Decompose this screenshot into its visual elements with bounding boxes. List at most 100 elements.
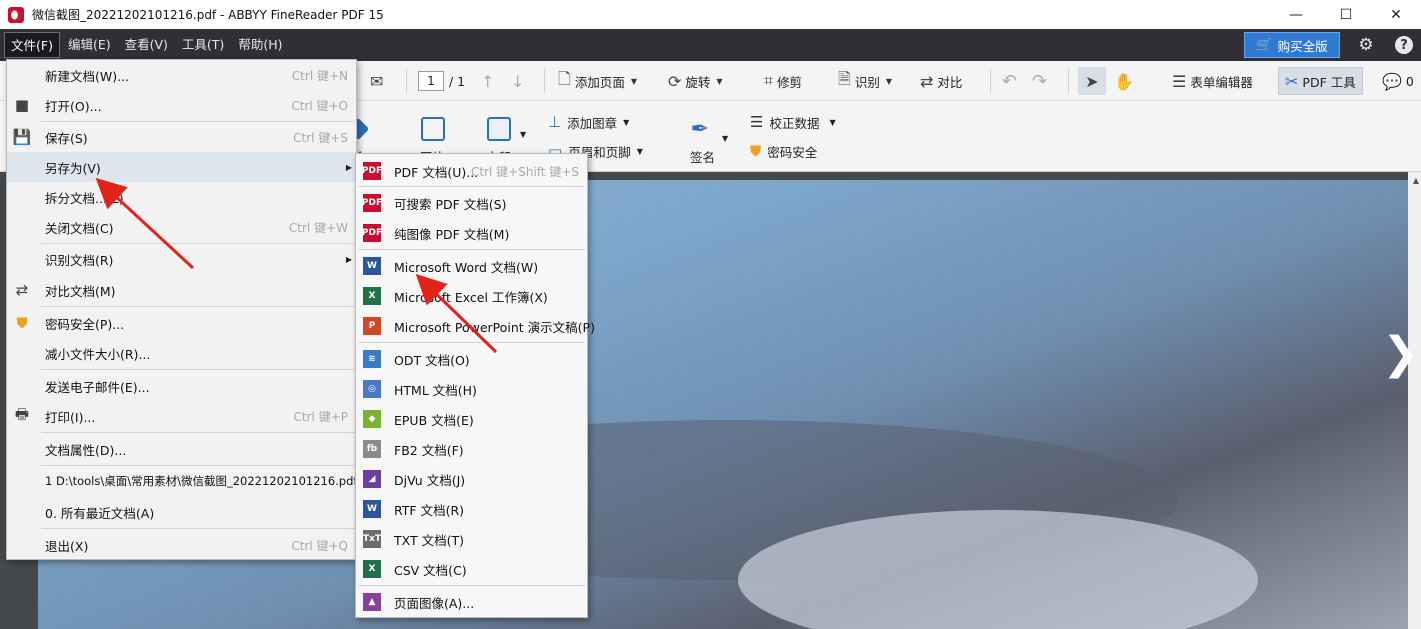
save-as-item-pdf[interactable]: PDF 可搜索 PDF 文档(S) bbox=[356, 188, 587, 218]
odt-icon: ≋ bbox=[363, 350, 381, 368]
menu-tools[interactable]: 工具(T) bbox=[176, 32, 230, 58]
compare-icon: ⇄ bbox=[920, 71, 934, 91]
save-as-item-txt[interactable]: TxT TXT 文档(T) bbox=[356, 524, 587, 554]
hand-tool-icon[interactable]: ✋ bbox=[1114, 69, 1138, 93]
add-page-button[interactable]: 🗋 添加页面 ▼ bbox=[558, 69, 637, 93]
save-as-item-csv[interactable]: X CSV 文档(C) bbox=[356, 554, 587, 584]
rotate-icon: ⟳ bbox=[668, 71, 682, 91]
save-as-item-excel[interactable]: X Microsoft Excel 工作簿(X) bbox=[356, 281, 587, 311]
shield-icon: ⛊ bbox=[750, 142, 762, 160]
menu-item-save[interactable]: 💾 保存(S) Ctrl 键+S bbox=[7, 122, 356, 152]
rotate-button[interactable]: ⟳ 旋转 ▼ bbox=[668, 69, 723, 93]
menu-item-document-properties[interactable]: 文档属性(D)... bbox=[7, 434, 356, 464]
sign-tool[interactable]: ✒ 签名 bbox=[690, 117, 715, 166]
maximize-button[interactable]: ☐ bbox=[1321, 0, 1371, 29]
menu-item-send-email[interactable]: 发送电子邮件(E)... bbox=[7, 371, 356, 401]
menu-edit[interactable]: 编辑(E) bbox=[62, 32, 117, 58]
folder-icon: ■ bbox=[14, 96, 30, 114]
add-stamp-button[interactable]: ⊥ 添加图章 ▼ bbox=[548, 111, 629, 133]
tools-icon: ✂ bbox=[1285, 71, 1299, 91]
buy-full-version-button[interactable]: 🛒 购买全版 bbox=[1244, 32, 1340, 58]
menu-item-save-as[interactable]: 另存为(V) ▶ bbox=[7, 152, 356, 182]
menu-item-new-document[interactable]: 新建文档(W)... Ctrl 键+N bbox=[7, 60, 356, 90]
csv-icon: X bbox=[363, 560, 381, 578]
cart-icon: 🛒 bbox=[1256, 37, 1273, 53]
djvu-icon: ◢ bbox=[363, 470, 381, 488]
page-total: / 1 bbox=[449, 73, 466, 89]
save-as-item-pdf[interactable]: PDF PDF 文档(U)... Ctrl 键+Shift 键+S bbox=[356, 156, 587, 186]
menu-item-exit[interactable]: 退出(X) Ctrl 键+Q bbox=[7, 530, 356, 560]
window-title: 微信截图_20221202101216.pdf - ABBYY FineRead… bbox=[32, 8, 384, 22]
save-as-item-page-image[interactable]: ▲ 页面图像(A)... bbox=[356, 587, 587, 617]
crop-button[interactable]: ⌗ 修剪 bbox=[764, 69, 802, 93]
compare-icon: ⇄ bbox=[15, 281, 29, 299]
menu-item-split-document[interactable]: 拆分文档...(L) bbox=[7, 182, 356, 212]
scroll-up-icon[interactable]: ▲ bbox=[1413, 176, 1419, 185]
email-icon[interactable]: ✉ bbox=[370, 69, 387, 93]
menu-item-open[interactable]: ■ 打开(O)... Ctrl 键+O bbox=[7, 90, 356, 120]
menu-item-compare-documents[interactable]: ⇄ 对比文档(M) bbox=[7, 275, 356, 305]
gear-icon[interactable]: ⚙ bbox=[1354, 33, 1378, 57]
recognize-button[interactable]: 🗎 识别 ▼ bbox=[838, 69, 892, 93]
sign-dropdown-icon[interactable]: ▼ bbox=[722, 127, 728, 149]
save-as-item-pdf[interactable]: PDF 纯图像 PDF 文档(M) bbox=[356, 218, 587, 248]
recognize-icon: 🗎 bbox=[838, 68, 851, 88]
save-as-item-word[interactable]: W Microsoft Word 文档(W) bbox=[356, 251, 587, 281]
menu-item-password-security[interactable]: ⛊ 密码安全(P)... bbox=[7, 308, 356, 338]
watermark-icon bbox=[486, 117, 511, 141]
image-icon bbox=[420, 117, 445, 141]
save-as-item-html[interactable]: ◎ HTML 文档(H) bbox=[356, 374, 587, 404]
save-as-item-rtf[interactable]: W RTF 文档(R) bbox=[356, 494, 587, 524]
word-icon: W bbox=[363, 257, 381, 275]
comment-icon: 💬 bbox=[1382, 71, 1402, 91]
save-as-item-epub[interactable]: ◆ EPUB 文档(E) bbox=[356, 404, 587, 434]
html-icon: ◎ bbox=[363, 380, 381, 398]
undo-icon[interactable]: ↶ bbox=[1002, 69, 1021, 93]
pdf-tools-button[interactable]: ✂ PDF 工具 bbox=[1278, 67, 1363, 95]
page-image-icon: ▲ bbox=[363, 593, 381, 611]
pen-icon: ✒ bbox=[690, 117, 709, 142]
submenu-arrow-icon: ▶ bbox=[345, 162, 352, 172]
compare-button[interactable]: ⇄ 对比 bbox=[920, 69, 962, 93]
menu-help[interactable]: 帮助(H) bbox=[232, 32, 288, 58]
save-as-item-fb2[interactable]: fb FB2 文档(F) bbox=[356, 434, 587, 464]
password-security-button[interactable]: ⛊ 密码安全 bbox=[750, 140, 817, 162]
comments-button[interactable]: 💬 0 bbox=[1382, 69, 1414, 93]
powerpoint-icon: P bbox=[363, 317, 381, 335]
redact-data-button[interactable]: ☰ 校正数据 ▼ bbox=[750, 111, 836, 133]
save-as-item-powerpoint[interactable]: P Microsoft PowerPoint 演示文稿(P) bbox=[356, 311, 595, 341]
vertical-scrollbar[interactable] bbox=[1408, 172, 1421, 629]
menu-item-recognize-document[interactable]: 识别文档(R) ▶ bbox=[7, 244, 356, 274]
save-as-item-odt[interactable]: ≋ ODT 文档(O) bbox=[356, 344, 587, 374]
next-page-icon[interactable]: ❯ bbox=[1382, 328, 1419, 379]
menu-item-recent-file[interactable]: 1 D:\tools\桌面\常用素材\微信截图_20221202101216.p… bbox=[7, 466, 357, 496]
redact-icon: ☰ bbox=[750, 113, 764, 131]
form-editor-icon: ☰ bbox=[1172, 71, 1187, 91]
page-up-icon[interactable]: ↑ bbox=[481, 69, 498, 93]
menu-item-close-document[interactable]: 关闭文档(C) Ctrl 键+W bbox=[7, 212, 356, 242]
pdf-icon: PDF bbox=[362, 194, 382, 212]
select-tool-icon[interactable]: ➤ bbox=[1078, 67, 1106, 95]
minimize-button[interactable]: — bbox=[1271, 0, 1321, 29]
rtf-icon: W bbox=[363, 500, 381, 518]
pdf-icon: PDF bbox=[362, 162, 382, 180]
page-down-icon[interactable]: ↓ bbox=[511, 69, 528, 93]
page-number-input[interactable]: 1 bbox=[418, 71, 444, 91]
close-button[interactable]: ✕ bbox=[1371, 0, 1421, 29]
menu-file[interactable]: 文件(F) bbox=[4, 32, 60, 58]
title-bar: 微信截图_20221202101216.pdf - ABBYY FineRead… bbox=[0, 0, 1421, 29]
menu-view[interactable]: 查看(V) bbox=[119, 32, 174, 58]
watermark-dropdown-icon[interactable]: ▼ bbox=[520, 123, 526, 145]
form-editor-button[interactable]: ☰ 表单编辑器 bbox=[1172, 69, 1253, 93]
menu-bar: 文件(F) 编辑(E) 查看(V) 工具(T) 帮助(H) 🛒 购买全版 ⚙ ? bbox=[0, 29, 1421, 61]
menu-item-print[interactable]: 🖶 打印(I)... Ctrl 键+P bbox=[7, 401, 356, 431]
epub-icon: ◆ bbox=[363, 410, 381, 428]
app-logo-icon bbox=[8, 6, 24, 23]
add-page-icon: 🗋 bbox=[558, 68, 571, 88]
save-as-item-djvu[interactable]: ◢ DjVu 文档(J) bbox=[356, 464, 587, 494]
help-icon[interactable]: ? bbox=[1392, 33, 1416, 57]
menu-item-all-recent[interactable]: 0. 所有最近文档(A) bbox=[7, 497, 356, 527]
menu-item-reduce-file-size[interactable]: 减小文件大小(R)... bbox=[7, 338, 356, 368]
shield-icon: ⛊ bbox=[16, 314, 28, 332]
redo-icon[interactable]: ↷ bbox=[1032, 69, 1051, 93]
